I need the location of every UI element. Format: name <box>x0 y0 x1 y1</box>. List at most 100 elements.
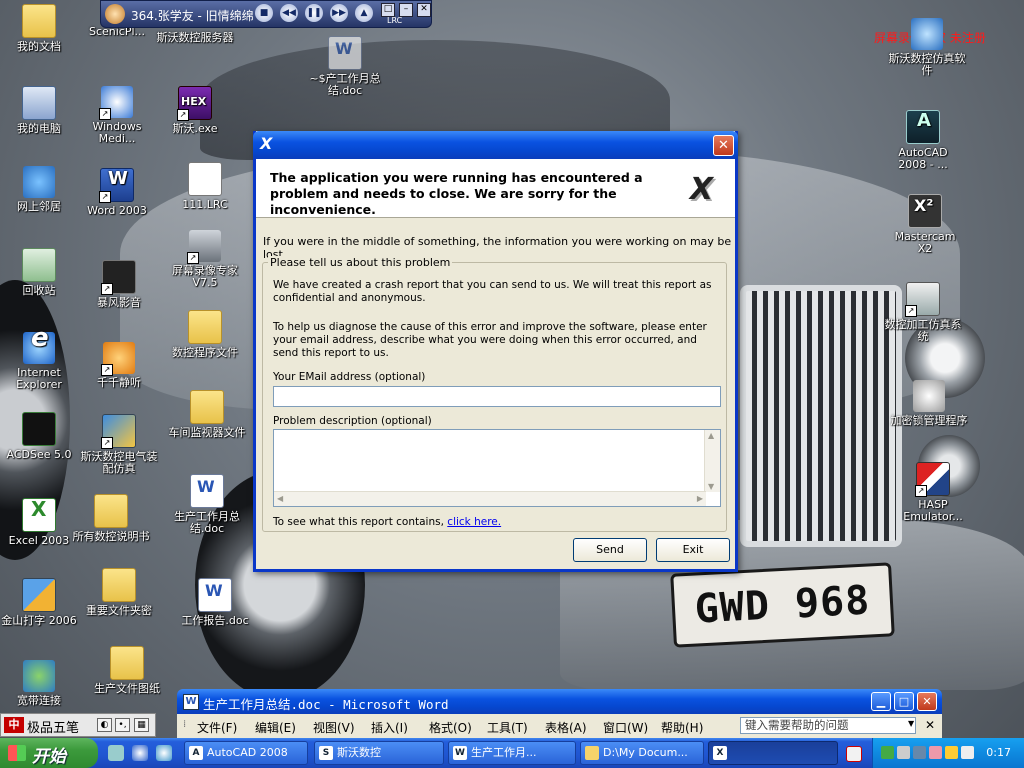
security-tray-icon[interactable] <box>945 746 958 759</box>
desktop-icon-drawings-folder[interactable]: 生产文件图纸 <box>88 646 166 695</box>
menu-file[interactable]: 文件(F) <box>197 719 237 736</box>
start-button[interactable]: 开始 <box>0 738 98 768</box>
media-player-bar[interactable]: 364.张学友 - 旧情绵绵 ■ ◀◀ ❚❚ ▶▶ ▲ □ – ✕ LRC <box>100 0 432 28</box>
desktop-icon-cnc-manuals[interactable]: 所有数控说明书 <box>72 494 150 543</box>
task-cnc-sim[interactable]: S 斯沃数控 <box>314 741 444 765</box>
player-next-button[interactable]: ▶▶ <box>330 4 348 22</box>
quicklaunch-ie-icon[interactable] <box>132 745 148 761</box>
volume-tray-icon[interactable] <box>897 746 910 759</box>
task-word-doc[interactable]: W 生产工作月... <box>448 741 576 765</box>
menu-help[interactable]: 帮助(H) <box>661 719 703 736</box>
menu-window[interactable]: 窗口(W) <box>603 719 648 736</box>
description-horizontal-scrollbar[interactable]: ◀ ▶ <box>274 491 706 506</box>
desktop-icon-storm-player[interactable]: ↗ 暴风影音 <box>80 260 158 309</box>
ime-punctuation-icon[interactable]: •, <box>115 718 130 732</box>
word-minimize-button[interactable]: ▁ <box>871 692 891 711</box>
task-autocad[interactable]: A AutoCAD 2008 <box>184 741 308 765</box>
document-close-icon[interactable]: ✕ <box>925 718 935 732</box>
word-close-button[interactable]: ✕ <box>917 692 937 711</box>
ime-toolbar[interactable]: 中 极品五笔 ◐ •, ▦ <box>0 713 156 737</box>
help-search-input[interactable]: 键入需要帮助的问题 <box>740 717 916 734</box>
folder-icon <box>188 310 222 344</box>
ime-keyboard-icon[interactable]: ▦ <box>134 718 149 732</box>
quicklaunch-media-icon[interactable] <box>156 745 172 761</box>
desktop-icon-cnc-sim-software[interactable]: 斯沃数控仿真软件 <box>888 18 966 77</box>
task-crashed-app[interactable]: X <box>708 741 838 765</box>
menu-format[interactable]: 格式(O) <box>429 719 472 736</box>
desktop-icon-monthly-summary[interactable]: 生产工作月总结.doc <box>168 474 246 535</box>
player-skin-face-icon <box>105 4 125 24</box>
wallpaper-license-plate: GWD 968 <box>670 562 895 648</box>
desktop-icon-cnc-machining-sim[interactable]: ↗ 数控加工仿真系统 <box>884 282 962 343</box>
scroll-up-arrow-icon[interactable]: ▲ <box>708 431 714 440</box>
desktop-icon-network-places[interactable]: 网上邻居 <box>0 166 78 213</box>
word-task-icon: W <box>453 746 467 760</box>
desktop-icon-cnc-server[interactable]: 斯沃数控服务器 <box>156 32 234 44</box>
help-dropdown-icon[interactable]: ▼ <box>908 719 914 728</box>
exit-button[interactable]: Exit <box>656 538 730 562</box>
desktop-icon-cnc-programs[interactable]: 数控程序文件 <box>166 310 244 359</box>
help-text: To help us diagnose the cause of this er… <box>273 321 707 359</box>
desktop-icon-ttplayer[interactable]: ↗ 千千静听 <box>80 342 158 389</box>
player-lrc-toggle[interactable]: LRC <box>387 16 402 25</box>
click-here-link[interactable]: click here. <box>447 516 501 528</box>
dialog-close-button[interactable]: ✕ <box>713 135 734 156</box>
ime-name[interactable]: 极品五笔 <box>27 717 79 736</box>
player-restore-button[interactable]: □ <box>381 3 395 17</box>
start-label: 开始 <box>32 747 66 767</box>
desktop-icon-my-computer[interactable]: 我的电脑 <box>0 86 78 135</box>
desktop-icon-internet-explorer[interactable]: Internet Explorer <box>0 332 78 391</box>
desktop-icon-acdsee[interactable]: ACDSee 5.0 <box>0 412 78 461</box>
word-titlebar[interactable]: W 生产工作月总结.doc - Microsoft Word ▁ □ ✕ <box>177 689 942 714</box>
desktop-icon-hasp-emulator[interactable]: ↗ HASP Emulator... <box>894 462 972 523</box>
desktop-icon-electrical-sim[interactable]: ↗ 斯沃数控电气装配仿真 <box>80 414 158 475</box>
player-stop-button[interactable]: ■ <box>255 4 273 22</box>
desktop-icon-word[interactable]: ↗ Word 2003 <box>78 168 156 217</box>
network-tray-icon[interactable] <box>881 746 894 759</box>
player-close-button[interactable]: ✕ <box>417 3 431 17</box>
desktop-icon-broadband[interactable]: 宽带连接 <box>0 660 78 707</box>
desktop-icon-mastercam[interactable]: Mastercam X2 <box>886 194 964 255</box>
desktop-icon-recycle-bin[interactable]: 回收站 <box>0 248 78 297</box>
send-button[interactable]: Send <box>573 538 647 562</box>
word-maximize-button[interactable]: □ <box>894 692 914 711</box>
misc-tray-icon[interactable] <box>961 746 974 759</box>
player-eject-button[interactable]: ▲ <box>355 4 373 22</box>
player-tray-icon[interactable] <box>929 746 942 759</box>
quicklaunch-icon[interactable] <box>108 745 124 761</box>
desktop-icon-lrc-file[interactable]: 111.LRC <box>166 162 244 211</box>
problem-description-field[interactable]: ▲ ▼ ◀ ▶ <box>273 429 721 507</box>
desktop-icon-temp-doc[interactable]: ~$产工作月总结.doc <box>306 36 384 97</box>
desktop-icon-screen-recorder[interactable]: ↗ 屏幕录像专家V7.5 <box>166 230 244 289</box>
player-pause-button[interactable]: ❚❚ <box>305 4 323 22</box>
ime-fullwidth-icon[interactable]: ◐ <box>97 718 112 732</box>
menu-view[interactable]: 视图(V) <box>313 719 355 736</box>
ime-logo-icon[interactable]: 中 <box>4 717 24 733</box>
task-explorer[interactable]: D:\My Docum... <box>580 741 704 765</box>
desktop-icon-dongle-manager[interactable]: 加密锁管理程序 <box>890 380 968 427</box>
recorder-tray-icon[interactable] <box>846 746 862 762</box>
desktop-icon-hex-exe[interactable]: ↗ 斯沃.exe <box>156 86 234 135</box>
description-vertical-scrollbar[interactable]: ▲ ▼ <box>704 430 720 492</box>
desktop-icon-my-documents[interactable]: 我的文档 <box>0 4 78 53</box>
desktop-icon-work-report[interactable]: 工作报告.doc <box>176 578 254 627</box>
menu-table[interactable]: 表格(A) <box>545 719 587 736</box>
player-minimize-button[interactable]: – <box>399 3 413 17</box>
desktop-icon-workshop-monitor[interactable]: 车间监视器文件 <box>168 390 246 439</box>
desktop-icon-important-folder[interactable]: 重要文件夹密 <box>80 568 158 617</box>
menu-tools[interactable]: 工具(T) <box>487 719 528 736</box>
desktop-icon-windows-media[interactable]: ↗ Windows Medi... <box>78 86 156 145</box>
scroll-left-arrow-icon[interactable]: ◀ <box>277 494 283 503</box>
email-field[interactable] <box>273 386 721 407</box>
desktop-icon-autocad[interactable]: AutoCAD 2008 - ... <box>884 110 962 171</box>
scroll-right-arrow-icon[interactable]: ▶ <box>697 494 703 503</box>
dialog-titlebar[interactable]: X ✕ <box>253 131 738 159</box>
app-tray-icon[interactable] <box>913 746 926 759</box>
desktop-icon-excel[interactable]: Excel 2003 <box>0 498 78 547</box>
desktop-icon-typing-tutor[interactable]: 金山打字 2006 <box>0 578 78 627</box>
sim-task-icon: S <box>319 746 333 760</box>
scroll-down-arrow-icon[interactable]: ▼ <box>708 482 714 491</box>
menu-edit[interactable]: 编辑(E) <box>255 719 296 736</box>
player-prev-button[interactable]: ◀◀ <box>280 4 298 22</box>
menu-insert[interactable]: 插入(I) <box>371 719 408 736</box>
